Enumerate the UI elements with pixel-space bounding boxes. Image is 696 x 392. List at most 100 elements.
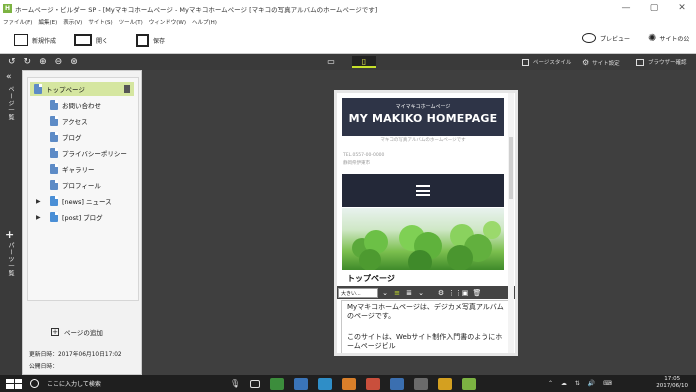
menu-help[interactable]: ヘルプ(H) bbox=[189, 18, 220, 26]
new-document-icon bbox=[14, 34, 28, 46]
site-header-subtitle: マイマキコホームページ bbox=[395, 104, 451, 110]
menu-view[interactable]: 表示(V) bbox=[60, 18, 85, 26]
page-style-label: ページスタイル bbox=[533, 60, 572, 66]
font-size-select[interactable]: 大きい... bbox=[338, 287, 378, 298]
taskbar-search[interactable]: ここに入力して検索 bbox=[30, 375, 200, 392]
tab-page-list[interactable]: ページ一覧 bbox=[6, 86, 15, 121]
tree-item-access[interactable]: アクセス bbox=[50, 114, 88, 128]
zoom-out-icon[interactable]: ⊖ bbox=[55, 57, 63, 67]
view-bar: ↺ ↻ ⊕ ⊖ ⊛ ▭ ▯ ページスタイル ⚙ サイト設定 ブラウザー確認 bbox=[0, 54, 696, 70]
scrollbar-thumb[interactable] bbox=[509, 137, 513, 199]
hamburger-menu-icon[interactable] bbox=[416, 185, 430, 196]
undo-icon[interactable]: ↺ bbox=[8, 57, 16, 67]
site-publish-button[interactable]: ✺ サイトの公 bbox=[648, 33, 689, 44]
cortana-icon bbox=[30, 379, 39, 388]
menu-window[interactable]: ウィンドウ(W) bbox=[146, 18, 189, 26]
redo-icon[interactable]: ↻ bbox=[24, 57, 32, 67]
preview-button[interactable]: プレビュー bbox=[582, 33, 630, 43]
app-icon-7[interactable] bbox=[414, 377, 429, 390]
zoom-in-icon[interactable]: ⊕ bbox=[39, 57, 47, 67]
grid-icon[interactable]: ⋮⋮ bbox=[448, 288, 462, 298]
minimize-button[interactable]: — bbox=[612, 0, 640, 17]
expand-arrow-icon[interactable]: ▶ bbox=[36, 198, 44, 205]
save-button[interactable]: 保存 bbox=[136, 33, 165, 47]
app-icon-4[interactable] bbox=[342, 377, 357, 390]
tree-item-label: [news] ニュース bbox=[62, 198, 112, 206]
app-icon-8[interactable] bbox=[438, 377, 453, 390]
add-page-button[interactable]: + ページの追加 bbox=[51, 327, 103, 337]
folder-icon bbox=[50, 212, 58, 222]
browser-check-button[interactable]: ブラウザー確認 bbox=[636, 58, 687, 66]
main-toolbar: 新規作成 開く 保存 プレビュー ✺ サイトの公 bbox=[0, 27, 696, 54]
page-style-icon bbox=[522, 58, 529, 66]
new-button[interactable]: 新規作成 bbox=[14, 34, 56, 46]
taskbar-clock[interactable]: 17:05 2017/06/10 bbox=[656, 376, 688, 390]
microphone-icon[interactable]: 🎙 bbox=[230, 379, 240, 388]
tree-item-post-blog[interactable]: ▶ [post] ブログ bbox=[36, 210, 103, 224]
hero-clover-image bbox=[342, 208, 504, 270]
menu-file[interactable]: ファイル(F) bbox=[0, 18, 35, 26]
tray-icons[interactable]: ⌃ ☁ ⇅ 🔊 ⌨ bbox=[548, 380, 615, 387]
tree-item-privacy[interactable]: プライバシーポリシー bbox=[50, 146, 127, 160]
smartphone-view-icon[interactable]: ▯ bbox=[352, 56, 376, 68]
tab-parts-list[interactable]: パーツ一覧 bbox=[6, 242, 15, 277]
preview-scrollbar[interactable] bbox=[508, 93, 514, 353]
tree-item-label: [post] ブログ bbox=[62, 214, 103, 222]
align-justify-icon[interactable]: ≣ bbox=[404, 288, 414, 298]
tree-item-label: ブログ bbox=[62, 134, 82, 142]
maximize-button[interactable]: ▢ bbox=[640, 0, 668, 17]
tree-item-contact[interactable]: お問い合わせ bbox=[50, 98, 101, 112]
app-icon-1[interactable] bbox=[270, 377, 285, 390]
app-icon-2[interactable] bbox=[294, 377, 309, 390]
menu-site[interactable]: サイト(S) bbox=[85, 18, 115, 26]
close-button[interactable]: ✕ bbox=[668, 0, 696, 17]
save-disk-icon bbox=[136, 33, 150, 47]
hpb-taskbar-icon[interactable] bbox=[462, 377, 477, 390]
page-style-button[interactable]: ページスタイル bbox=[522, 58, 571, 66]
site-settings-button[interactable]: ⚙ サイト設定 bbox=[582, 58, 620, 67]
body-text-2[interactable]: このサイトは、Webサイト制作入門書のようにホームページビル bbox=[347, 333, 507, 351]
desktop-view-icon[interactable]: ▭ bbox=[320, 56, 342, 68]
zoom-reset-icon[interactable]: ⊛ bbox=[70, 57, 78, 67]
site-address: 静岡県伊東市 bbox=[343, 161, 370, 166]
taskbar-search-placeholder: ここに入力して検索 bbox=[47, 381, 101, 388]
new-button-label: 新規作成 bbox=[32, 37, 57, 45]
app-icon-3[interactable] bbox=[318, 377, 333, 390]
add-parts-icon[interactable]: + bbox=[5, 228, 14, 241]
style-icon[interactable]: ▣ bbox=[460, 288, 470, 298]
section-heading[interactable]: トップページ bbox=[347, 273, 395, 284]
folder-icon bbox=[50, 196, 58, 206]
menu-tools[interactable]: ツール(T) bbox=[116, 18, 146, 26]
page-icon bbox=[50, 132, 58, 142]
open-button-label: 開く bbox=[96, 37, 109, 45]
browser-check-label: ブラウザー確認 bbox=[648, 60, 687, 66]
chevron-down-icon[interactable]: ⌄ bbox=[416, 288, 426, 298]
tree-item-top[interactable]: トップページ bbox=[30, 82, 134, 96]
site-settings-label: サイト設定 bbox=[592, 60, 620, 67]
body-text-1[interactable]: Myマキコホームページは、デジカメ写真アルバムのページです。 bbox=[347, 303, 507, 321]
app-icon-5[interactable] bbox=[366, 377, 381, 390]
tree-item-blog[interactable]: ブログ bbox=[50, 130, 82, 144]
page-tree: トップページ お問い合わせ アクセス ブログ プライバシーポリシー ギャラリー … bbox=[27, 77, 139, 301]
open-button[interactable]: 開く bbox=[74, 34, 108, 46]
task-view-icon[interactable] bbox=[250, 379, 261, 388]
chevron-down-icon[interactable]: ⌄ bbox=[380, 288, 390, 298]
site-nav-bar[interactable] bbox=[342, 174, 504, 207]
menu-edit[interactable]: 編集(E) bbox=[35, 18, 60, 26]
clock-date: 2017/06/10 bbox=[656, 383, 688, 389]
smartphone-preview[interactable]: マイマキコホームページ MY MAKIKO HOMEPAGE マキコの写真アルバ… bbox=[334, 90, 518, 356]
app-window: H ホームページ・ビルダー SP - [Myマキコホームページ - Myマキコホ… bbox=[0, 0, 696, 392]
align-left-icon[interactable]: ≡ bbox=[392, 288, 402, 298]
trash-icon[interactable]: 🗑 bbox=[472, 288, 482, 298]
app-icon-6[interactable] bbox=[390, 377, 405, 390]
windows-start-icon[interactable] bbox=[6, 378, 22, 389]
tree-item-gallery[interactable]: ギャラリー bbox=[50, 162, 95, 176]
site-header[interactable]: マイマキコホームページ MY MAKIKO HOMEPAGE bbox=[342, 98, 504, 136]
tree-item-profile[interactable]: プロフィール bbox=[50, 178, 101, 192]
collapse-panel-button[interactable]: « bbox=[6, 72, 12, 82]
settings-icon[interactable]: ⚙ bbox=[436, 288, 446, 298]
expand-arrow-icon[interactable]: ▶ bbox=[36, 214, 44, 221]
tree-item-news[interactable]: ▶ [news] ニュース bbox=[36, 194, 112, 208]
plus-box-icon: + bbox=[51, 328, 59, 336]
gear-icon: ⚙ bbox=[582, 58, 590, 67]
